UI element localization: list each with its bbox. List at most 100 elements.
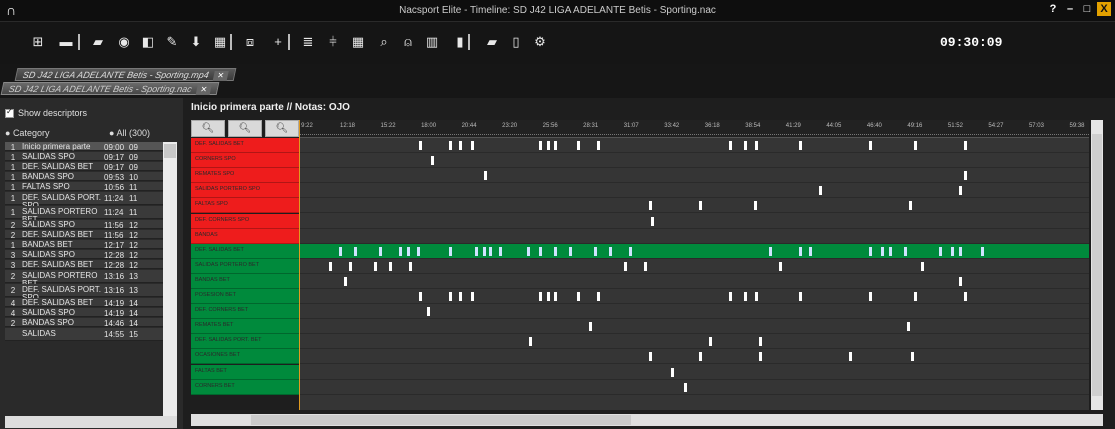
category-row[interactable]: 3 DEF. SALIDAS BET 12:28 12: [5, 260, 177, 270]
event-marker[interactable]: [374, 261, 377, 271]
tab-video-file[interactable]: SD J42 LIGA ADELANTE Betis - Sporting.mp…: [14, 68, 237, 81]
category-row[interactable]: 2DEF. SALIDAS PORT. SPO13:1613: [5, 284, 177, 302]
event-marker[interactable]: [684, 382, 687, 392]
track-row[interactable]: [299, 349, 1089, 365]
event-marker[interactable]: [399, 246, 402, 256]
monitor-icon[interactable]: ▬: [58, 34, 74, 50]
category-row[interactable]: 1DEF. SALIDAS PORT. SPO11:2411: [5, 192, 177, 210]
category-row[interactable]: 2 BANDAS SPO 14:46 14: [5, 318, 177, 328]
category-list-scrollbar[interactable]: [163, 142, 177, 422]
event-marker[interactable]: [547, 292, 550, 302]
track-row[interactable]: [299, 243, 1089, 259]
event-marker[interactable]: [904, 246, 907, 256]
event-marker[interactable]: [431, 156, 434, 166]
table-icon[interactable]: ▦: [212, 34, 228, 50]
event-marker[interactable]: [759, 352, 762, 362]
event-marker[interactable]: [881, 246, 884, 256]
event-marker[interactable]: [964, 141, 967, 151]
event-marker[interactable]: [914, 292, 917, 302]
event-marker[interactable]: [889, 246, 892, 256]
category-row[interactable]: 3 SALIDAS SPO 12:28 12: [5, 250, 177, 260]
split-icon[interactable]: ⫩: [325, 34, 341, 50]
event-marker[interactable]: [769, 246, 772, 256]
close-button[interactable]: X: [1097, 2, 1111, 16]
track-label[interactable]: DEF. SALIDAS PORT. BET: [191, 334, 300, 350]
track-row[interactable]: [299, 289, 1089, 305]
event-marker[interactable]: [349, 261, 352, 271]
event-marker[interactable]: [849, 352, 852, 362]
event-marker[interactable]: [939, 246, 942, 256]
track-row[interactable]: [299, 365, 1089, 380]
event-marker[interactable]: [914, 141, 917, 151]
event-marker[interactable]: [475, 246, 478, 256]
category-row[interactable]: 1 BANDAS SPO 09:53 10: [5, 172, 177, 182]
event-marker[interactable]: [409, 261, 412, 271]
zoom-in-button[interactable]: 🔍︎: [228, 120, 262, 137]
event-marker[interactable]: [449, 141, 452, 151]
event-marker[interactable]: [419, 141, 422, 151]
event-marker[interactable]: [407, 246, 410, 256]
event-marker[interactable]: [869, 246, 872, 256]
grid-icon[interactable]: ⊞: [30, 34, 46, 50]
event-marker[interactable]: [799, 292, 802, 302]
event-marker[interactable]: [819, 186, 822, 196]
event-marker[interactable]: [389, 261, 392, 271]
event-marker[interactable]: [379, 246, 382, 256]
event-marker[interactable]: [755, 292, 758, 302]
event-marker[interactable]: [624, 261, 627, 271]
event-marker[interactable]: [539, 141, 542, 151]
window-icon[interactable]: ◧: [140, 34, 156, 50]
event-marker[interactable]: [539, 292, 542, 302]
event-marker[interactable]: [459, 141, 462, 151]
event-marker[interactable]: [755, 141, 758, 151]
track-label[interactable]: DEF. CORNERS SPO: [191, 213, 300, 229]
event-marker[interactable]: [909, 201, 912, 211]
track-row[interactable]: [299, 214, 1089, 229]
category-list-hscrollbar[interactable]: [5, 416, 177, 428]
zoom-out-button[interactable]: 🔍︎: [265, 120, 299, 137]
event-marker[interactable]: [709, 337, 712, 347]
track-label[interactable]: BANDAS BET: [191, 273, 300, 289]
event-marker[interactable]: [554, 141, 557, 151]
scroll-thumb[interactable]: [251, 415, 631, 425]
event-marker[interactable]: [629, 246, 632, 256]
track-label[interactable]: REMATES BET: [191, 319, 300, 335]
help-button[interactable]: ?: [1046, 2, 1060, 16]
maximize-button[interactable]: □: [1080, 2, 1094, 16]
category-row[interactable]: 1SALIDAS PORTERO BET11:2411: [5, 206, 177, 224]
track-label[interactable]: OCASIONES BET: [191, 349, 300, 365]
gear-icon[interactable]: ⚙: [532, 34, 548, 50]
category-row[interactable]: 1 DEF. SALIDAS BET 09:17 09: [5, 162, 177, 172]
event-marker[interactable]: [651, 216, 654, 226]
track-label[interactable]: FALTAS BET: [191, 364, 300, 380]
track-row[interactable]: [299, 259, 1089, 274]
category-row[interactable]: SALIDAS 14:55 15: [5, 328, 177, 341]
event-marker[interactable]: [597, 141, 600, 151]
event-marker[interactable]: [964, 171, 967, 181]
track-label[interactable]: SALIDAS PORTERO BET: [191, 258, 300, 274]
category-row[interactable]: 4 DEF. SALIDAS BET 14:19 14: [5, 298, 177, 308]
track-row[interactable]: [299, 319, 1089, 335]
event-marker[interactable]: [577, 141, 580, 151]
event-marker[interactable]: [449, 246, 452, 256]
columns-icon[interactable]: ▥: [424, 34, 440, 50]
folder-icon[interactable]: ▰: [484, 34, 500, 50]
category-row[interactable]: 2 SALIDAS SPO 11:56 12: [5, 220, 177, 230]
event-marker[interactable]: [959, 276, 962, 286]
track-row[interactable]: [299, 198, 1089, 214]
track-area[interactable]: [299, 138, 1089, 410]
event-marker[interactable]: [589, 322, 592, 332]
category-row[interactable]: 4 SALIDAS SPO 14:19 14: [5, 308, 177, 318]
track-label[interactable]: DEF. SALIDAS BET: [191, 243, 300, 259]
track-row[interactable]: [299, 183, 1089, 199]
show-descriptors-toggle[interactable]: Show descriptors: [5, 107, 87, 118]
track-label[interactable]: REMATES SPO: [191, 168, 300, 184]
event-marker[interactable]: [729, 292, 732, 302]
chart-icon[interactable]: ▮: [452, 34, 468, 50]
event-marker[interactable]: [911, 352, 914, 362]
track-row[interactable]: [299, 168, 1089, 184]
event-marker[interactable]: [921, 261, 924, 271]
category-row[interactable]: 1 Inicio primera parte 09:00 09: [5, 142, 177, 152]
clapper-icon[interactable]: ▰: [90, 34, 106, 50]
event-marker[interactable]: [554, 292, 557, 302]
